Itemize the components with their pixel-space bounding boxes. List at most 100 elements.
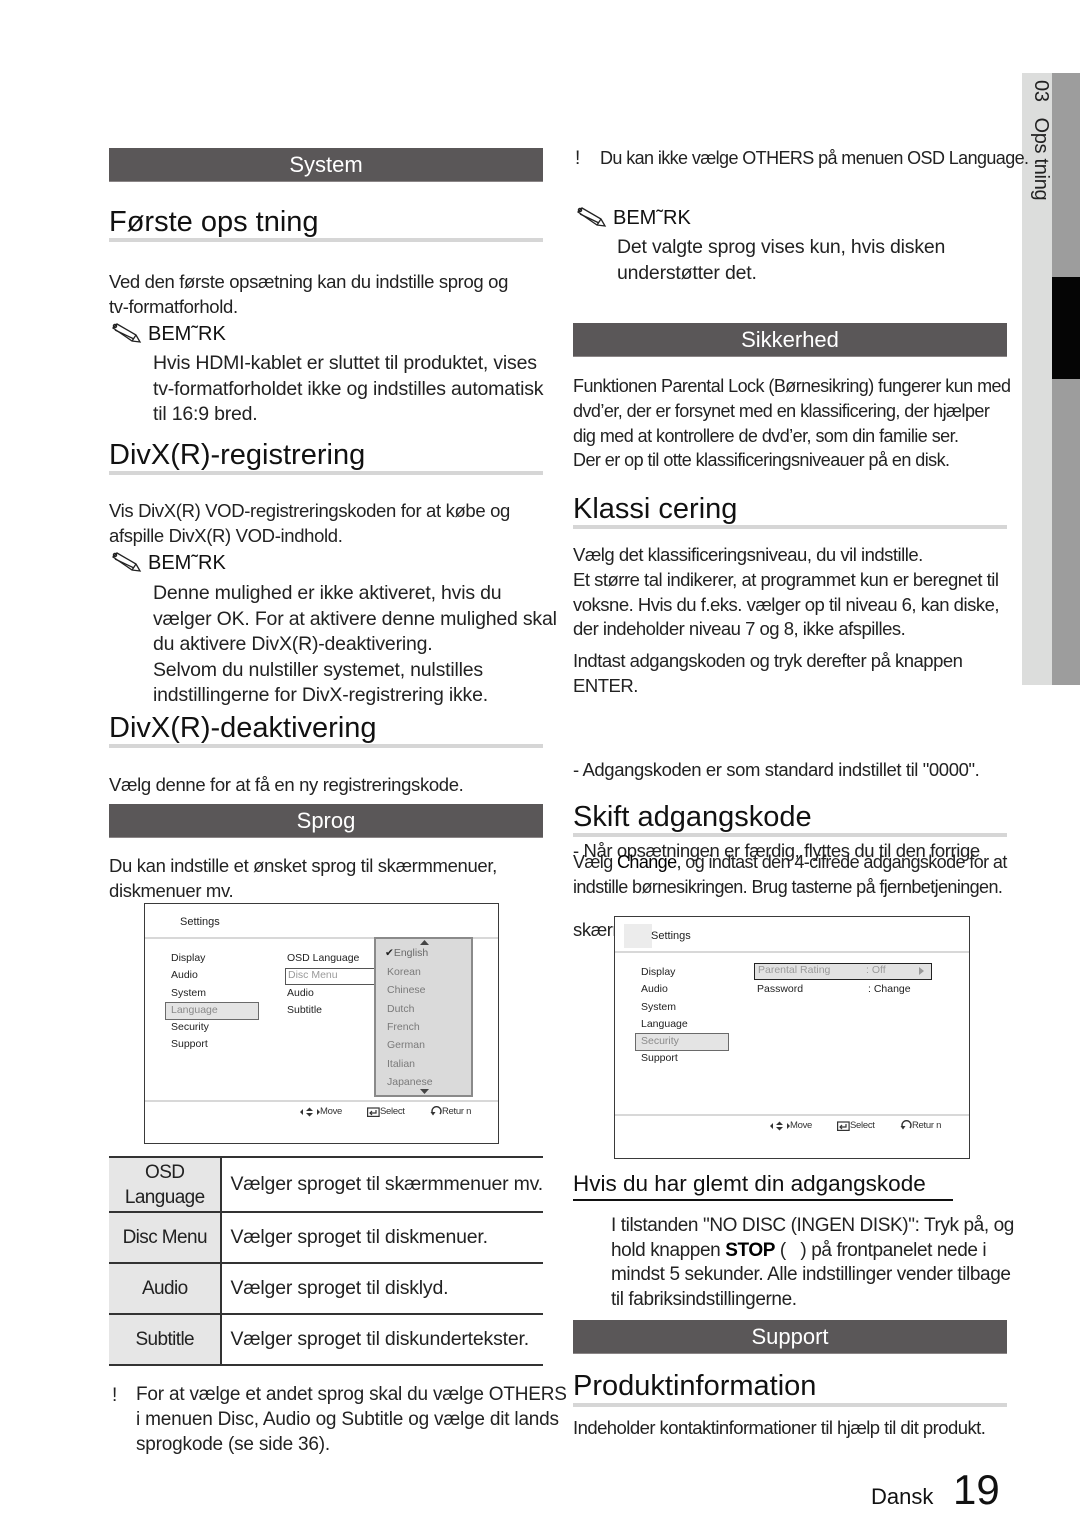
footer-label: Select [380,1106,405,1117]
bottom-note: For at vælge et andet sprog skal du vælg… [136,1382,567,1457]
text-line: sprogkode (se side 36). [136,1434,330,1455]
caution-mark: ! [575,148,581,169]
text-line: hold knappen STOP ( ) på frontpanelet ne… [611,1239,1014,1264]
password-row-value[interactable]: : Change [868,983,911,995]
pencil-note-icon [576,207,607,227]
key-line: Language [124,1186,205,1208]
text-line: Indeholder kontaktinformationer til hjæl… [573,1417,986,1438]
chapter-tab-active-marker [1052,277,1080,379]
forste-note: Hvis HDMI-kablet er sluttet til produkte… [153,351,544,428]
dropdown-option[interactable]: Chinese [387,984,426,996]
note-header: BEM˜RK [575,206,691,230]
scroll-down-icon[interactable] [420,1089,429,1094]
menu-item-support[interactable]: Support [641,1052,678,1064]
text-line: Indtast adgangskoden og tryk derefter på… [573,650,963,671]
footer-move: Move [770,1120,812,1131]
chapter-tab-strip [1052,73,1080,685]
text-line: indstille børnesikringen. Brug tasterne … [573,876,1003,897]
key-line: OSD [145,1161,185,1183]
heading-produktinformation: Produktinformation [573,1370,817,1402]
enter-icon [837,1120,850,1131]
divx-deact-paragraph: Vælg denne for at få en ny registrerings… [109,773,464,798]
heading-skift-adgangskode: Skift adgangskode [573,801,812,833]
submenu-osd-language[interactable]: OSD Language [287,952,359,964]
return-icon [430,1106,442,1116]
screen-divider [615,1114,969,1116]
dropdown-option-english[interactable]: ✔English [385,947,428,959]
text-line: ENTER. [573,674,638,696]
note-header: BEM˜RK [110,322,226,346]
table-value-cell: Vælger sproget til diskmenuer. [221,1211,543,1264]
text-line: Vælg Change, og indtast den 4-cifrede ad… [573,850,1007,875]
dropdown-option[interactable]: Japanese [387,1076,433,1088]
heading-divx-registrering: DivX(R)-registrering [109,439,366,471]
menu-item-label: Security [641,1035,679,1047]
footer-language: Dansk [871,1484,934,1509]
text-line: For at vælge et andet sprog skal du vælg… [136,1384,567,1405]
note-header: BEM˜RK [110,551,226,575]
table-row: Subtitle Vælger sproget til diskundertek… [109,1313,543,1366]
chapter-number: 03 [1030,80,1052,102]
text-run: ( ) på frontpanelet nede i [774,1239,987,1261]
text-line: voksne. Hvis du f.eks. vælger op til niv… [573,593,1000,615]
dropdown-option[interactable]: Italian [387,1058,415,1070]
chevron-right-icon [919,967,924,975]
submenu-subtitle[interactable]: Subtitle [287,1004,322,1016]
text-line: Selvom du nulstiller systemet, nulstille… [153,658,483,681]
text-line: til fabriksindstillingerne. [611,1289,797,1311]
checkmark-icon: ✔ [385,947,394,959]
dropdown-option[interactable]: French [387,1021,420,1033]
produkt-paragraph: Indeholder kontaktinformationer til hjæl… [573,1416,986,1441]
bullet-line: - Adgangskoden er som standard indstille… [573,759,980,780]
password-row-label[interactable]: Password [757,983,803,995]
menu-item-display[interactable]: Display [171,952,205,964]
table-key-cell: Audio [109,1262,223,1315]
parental-rating-row[interactable]: Parental Rating : Off [754,963,932,980]
pencil-note-icon [111,552,142,572]
heading-rule [573,833,1007,837]
footer-label: Move [790,1120,813,1131]
text-line: dig med at kontrollere de dvd’er, som di… [573,425,959,446]
note-label: BEM˜RK [148,323,226,345]
submenu-disc-menu-selected[interactable]: Disc Menu [285,968,374,985]
menu-item-security[interactable]: Security [171,1021,209,1033]
text-run: , og indtast den 4-cifrede adgangskode f… [676,852,1007,872]
menu-item-label: Language [171,1004,218,1016]
dropdown-option[interactable]: Korean [387,966,421,978]
dropdown-option[interactable]: German [387,1039,425,1051]
menu-item-security-selected[interactable]: Security [635,1033,729,1051]
skift-paragraph: Vælg Change, og indtast den 4-cifrede ad… [573,850,1007,900]
dropdown-option[interactable]: Dutch [387,1003,414,1015]
menu-item-display[interactable]: Display [641,966,675,978]
text-line: Vis DivX(R) VOD-registreringskoden for a… [109,500,510,521]
text-line: Funktionen Parental Lock (Børnesikring) … [573,376,1011,396]
menu-item-system[interactable]: System [641,1001,676,1013]
heading-rule [109,238,543,242]
footer-label: Retur n [912,1120,942,1131]
footer-label: Retur n [442,1106,472,1117]
section-bar-sprog: Sprog [109,804,543,838]
heading-rule [109,471,543,475]
menu-item-audio[interactable]: Audio [171,969,198,981]
menu-item-system[interactable]: System [171,987,206,999]
settings-title: Settings [651,930,691,942]
menu-item-language-selected[interactable]: Language [165,1002,259,1020]
submenu-audio[interactable]: Audio [287,987,314,999]
option-label: English [393,947,429,959]
scroll-up-icon[interactable] [420,940,429,945]
heading-forste-opsaetning: Første ops tning [109,206,319,238]
language-dropdown[interactable]: ✔English Korean Chinese Dutch French Ger… [374,937,473,1097]
enter-icon [367,1106,380,1117]
heading-divx-deaktivering: DivX(R)-deaktivering [109,712,377,744]
divx-reg-paragraph: Vis DivX(R) VOD-registreringskoden for a… [109,499,510,549]
submenu-label: Disc Menu [288,969,338,981]
table-value-cell: Vælger sproget til diskundertekster. [221,1313,543,1366]
section-bar-system: System [109,148,543,182]
text-line: diskmenuer mv. [109,879,234,901]
menu-item-audio[interactable]: Audio [641,983,668,995]
menu-item-support[interactable]: Support [171,1038,208,1050]
table-value-cell: Vælger sproget til disklyd. [221,1262,543,1315]
menu-item-language[interactable]: Language [641,1018,688,1030]
footer-return: Retur n [430,1106,471,1117]
table-row: OSD Language Vælger sproget til skærmmenu… [109,1156,543,1213]
